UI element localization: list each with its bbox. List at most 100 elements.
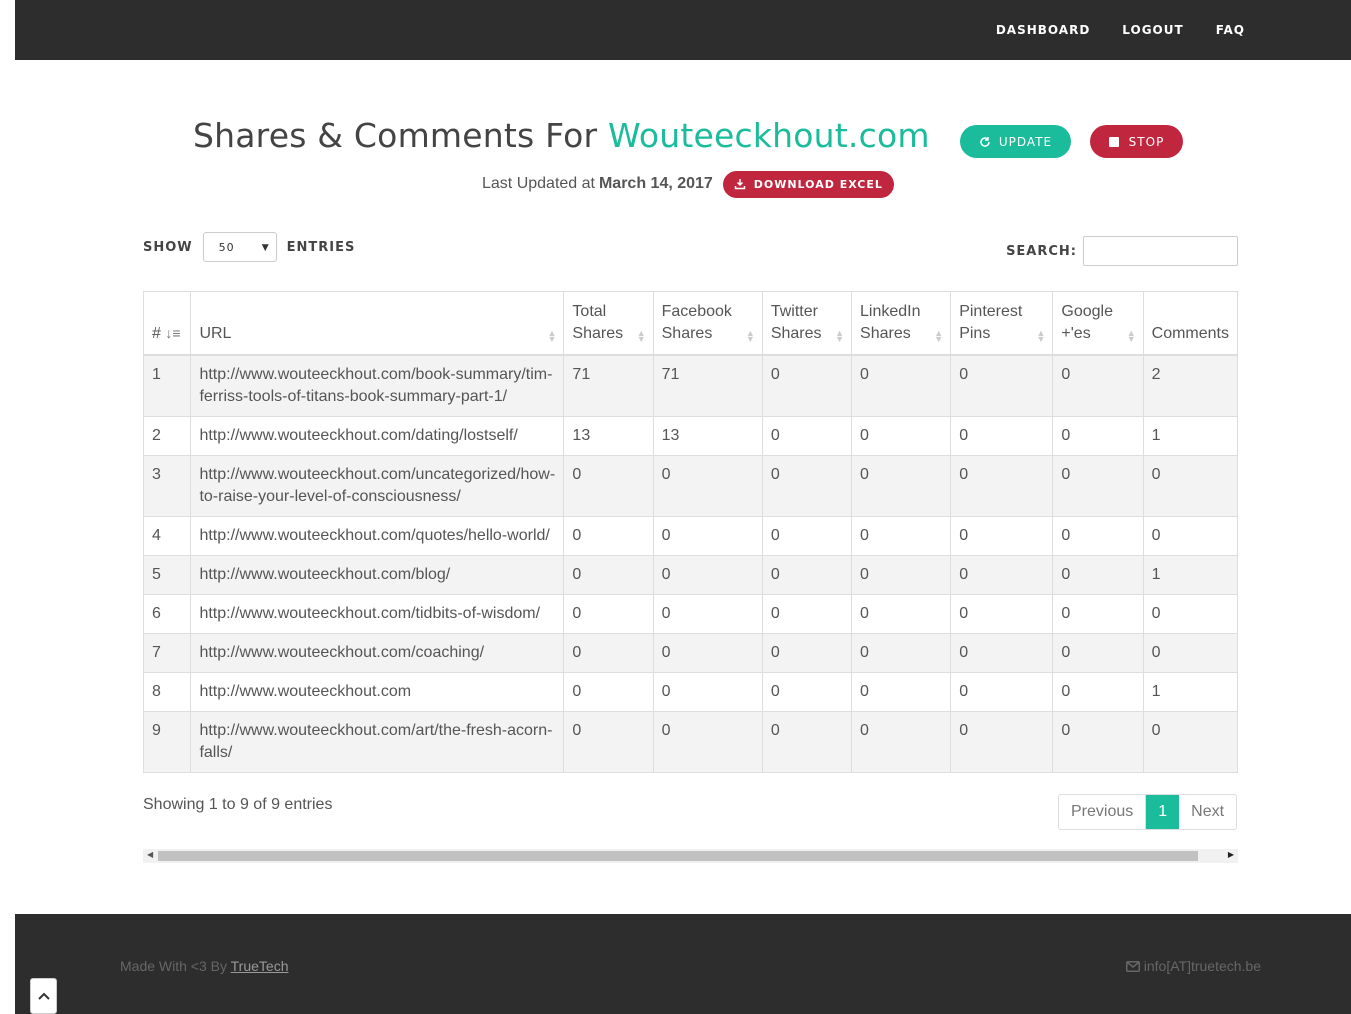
cell-url: http://www.wouteeckhout.com/art/the-fres… xyxy=(190,710,565,773)
cell-comments: 0 xyxy=(1142,454,1239,517)
cell-comments: 1 xyxy=(1142,415,1239,456)
nav-logout-link[interactable]: LOGOUT xyxy=(1122,23,1183,37)
cell-total-shares: 0 xyxy=(563,554,654,595)
cell-twitter-shares: 0 xyxy=(761,454,853,517)
cell-twitter-shares: 0 xyxy=(761,515,853,556)
cell-facebook-shares: 13 xyxy=(652,415,763,456)
col-header-facebook-shares[interactable]: Facebook Shares ▲ ▼ xyxy=(652,291,763,356)
cell-google-plus: 0 xyxy=(1052,554,1144,595)
shares-table: # ↓≡ URL ▲ ▼ Total Shares ▲ ▼ Facebook Share… xyxy=(142,291,1239,773)
cell-google-plus: 0 xyxy=(1052,515,1144,556)
table-row: 2 http://www.wouteeckhout.com/dating/lost… xyxy=(142,415,1239,456)
cell-index: 9 xyxy=(142,710,192,773)
download-excel-button[interactable]: DOWNLOAD EXCEL xyxy=(722,170,894,198)
cell-comments: 2 xyxy=(1142,354,1239,417)
cell-total-shares: 0 xyxy=(563,632,654,673)
nav-menu: DASHBOARD LOGOUT FAQ xyxy=(996,0,1245,60)
footer-email-text: info[AT]truetech.be xyxy=(1143,958,1261,974)
cell-google-plus: 0 xyxy=(1052,593,1144,634)
cell-total-shares: 0 xyxy=(563,593,654,634)
cell-total-shares: 0 xyxy=(563,671,654,712)
chevron-down-icon: ▼ xyxy=(261,243,270,253)
cell-linkedin-shares: 0 xyxy=(851,415,952,456)
cell-twitter-shares: 0 xyxy=(761,710,853,773)
scroll-right-icon[interactable]: ▶ xyxy=(1228,850,1234,859)
nav-dashboard-link[interactable]: DASHBOARD xyxy=(996,23,1090,37)
cell-pinterest-pins: 0 xyxy=(950,515,1054,556)
cell-google-plus: 0 xyxy=(1052,710,1144,773)
scrollbar-thumb[interactable] xyxy=(158,851,1198,861)
sort-icon: ▲ ▼ xyxy=(636,327,646,344)
cell-url: http://www.wouteeckhout.com/blog/ xyxy=(190,554,565,595)
cell-index: 8 xyxy=(142,671,192,712)
entries-label: ENTRIES xyxy=(286,239,356,255)
col-header-linkedin-shares[interactable]: LinkedIn Shares ▲ ▼ xyxy=(851,291,952,356)
footer-email[interactable]: info[AT]truetech.be xyxy=(1125,958,1261,974)
scroll-left-icon[interactable]: ◀ xyxy=(147,850,153,859)
cell-comments: 0 xyxy=(1142,632,1239,673)
show-entries-control: SHOW 50 ▼ ENTRIES xyxy=(143,232,355,262)
previous-page-button[interactable]: Previous xyxy=(1059,795,1147,829)
search-input[interactable] xyxy=(1083,236,1238,266)
col-header-google-plus[interactable]: Google +'es ▲ ▼ xyxy=(1052,291,1144,356)
table-header-row: # ↓≡ URL ▲ ▼ Total Shares ▲ ▼ Facebook Share… xyxy=(142,291,1239,356)
col-header-pinterest-pins[interactable]: Pinterest Pins ▲ ▼ xyxy=(950,291,1054,356)
cell-google-plus: 0 xyxy=(1052,671,1144,712)
cell-linkedin-shares: 0 xyxy=(851,554,952,595)
cell-facebook-shares: 0 xyxy=(652,554,763,595)
stop-button-label: STOP xyxy=(1128,134,1165,149)
col-header-comments[interactable]: Comments xyxy=(1142,291,1239,356)
col-header-url[interactable]: URL ▲ ▼ xyxy=(190,291,565,356)
entries-select-value: 50 xyxy=(218,240,235,254)
cell-url: http://www.wouteeckhout.com/coaching/ xyxy=(190,632,565,673)
table-info: Showing 1 to 9 of 9 entries xyxy=(143,796,333,813)
col-header-total-shares[interactable]: Total Shares ▲ ▼ xyxy=(563,291,654,356)
cell-pinterest-pins: 0 xyxy=(950,415,1054,456)
entries-select[interactable]: 50 ▼ xyxy=(202,232,277,262)
cell-total-shares: 13 xyxy=(563,415,654,456)
table-row: 6 http://www.wouteeckhout.com/tidbits-of-… xyxy=(142,593,1239,634)
top-navbar: DASHBOARD LOGOUT FAQ xyxy=(15,0,1351,60)
nav-faq-link[interactable]: FAQ xyxy=(1216,23,1245,37)
cell-total-shares: 0 xyxy=(563,710,654,773)
table-row: 8 http://www.wouteeckhout.com 0 0 0 0 0 0 1 xyxy=(142,671,1239,712)
cell-comments: 1 xyxy=(1142,671,1239,712)
last-updated-date: March 14, 2017 xyxy=(598,175,713,192)
show-label: SHOW xyxy=(143,239,193,255)
cell-comments: 0 xyxy=(1142,593,1239,634)
title-prefix: Shares & Comments For xyxy=(193,116,598,155)
cell-twitter-shares: 0 xyxy=(761,671,853,712)
site-name: Wouteeckhout.com xyxy=(607,116,930,155)
cell-linkedin-shares: 0 xyxy=(851,710,952,773)
page-1-button[interactable]: 1 xyxy=(1146,795,1180,829)
cell-pinterest-pins: 0 xyxy=(950,454,1054,517)
horizontal-scrollbar[interactable]: ◀ ▶ xyxy=(143,849,1238,863)
cell-comments: 0 xyxy=(1142,515,1239,556)
table-row: 7 http://www.wouteeckhout.com/coaching/0 0… xyxy=(142,632,1239,673)
truetech-link[interactable]: TrueTech xyxy=(231,958,289,974)
table-row: 1 http://www.wouteeckhout.com/book-summar… xyxy=(142,354,1239,417)
scroll-to-top-button[interactable] xyxy=(30,978,57,1014)
update-button[interactable]: UPDATE xyxy=(960,125,1071,158)
table-row: 3 http://www.wouteeckhout.com/uncategoriz… xyxy=(142,454,1239,517)
update-button-label: UPDATE xyxy=(998,134,1053,149)
refresh-icon xyxy=(980,136,990,147)
cell-index: 7 xyxy=(142,632,192,673)
next-page-button[interactable]: Next xyxy=(1179,795,1236,829)
sort-ascending-icon: ↓≡ xyxy=(165,324,181,341)
cell-index: 2 xyxy=(142,415,192,456)
stop-button[interactable]: STOP xyxy=(1090,125,1183,158)
title-row: Shares & Comments For Wouteeckhout.com U… xyxy=(0,112,1351,168)
footer: Made With <3 By TrueTech info[AT]truetec… xyxy=(15,914,1351,1014)
col-header-index[interactable]: # ↓≡ xyxy=(142,291,192,356)
col-header-twitter-shares[interactable]: Twitter Shares ▲ ▼ xyxy=(761,291,853,356)
cell-linkedin-shares: 0 xyxy=(851,632,952,673)
cell-facebook-shares: 0 xyxy=(652,454,763,517)
cell-total-shares: 0 xyxy=(563,515,654,556)
cell-url: http://www.wouteeckhout.com/quotes/hello… xyxy=(190,515,565,556)
cell-google-plus: 0 xyxy=(1052,454,1144,517)
cell-facebook-shares: 0 xyxy=(652,632,763,673)
sort-icon: ▲ ▼ xyxy=(1126,327,1136,344)
cell-twitter-shares: 0 xyxy=(761,415,853,456)
cell-total-shares: 0 xyxy=(563,454,654,517)
